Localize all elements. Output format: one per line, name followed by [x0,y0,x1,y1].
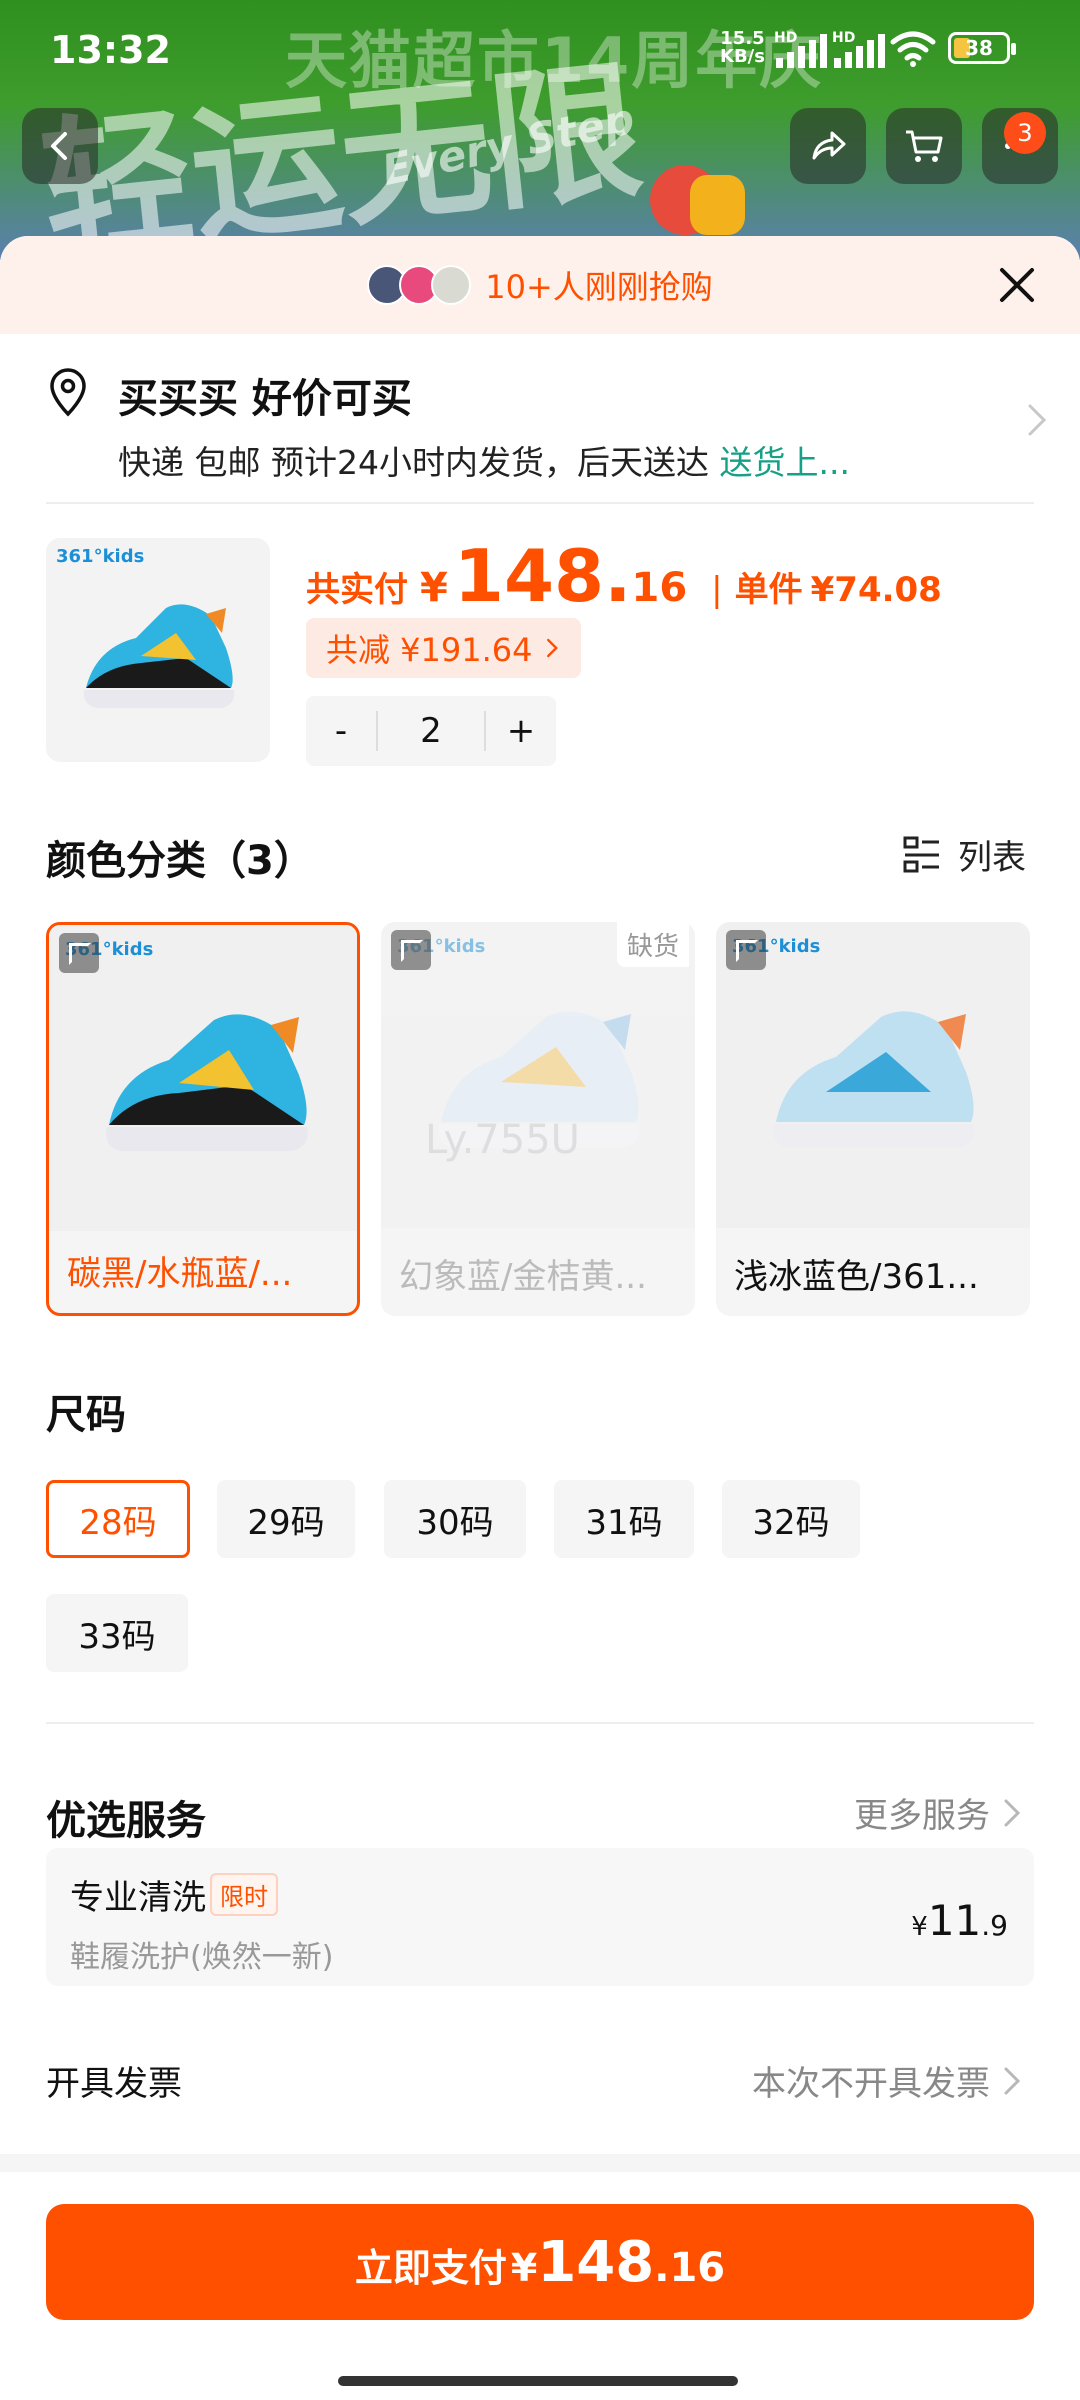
list-view-label: 列表 [958,838,1026,878]
expand-icon[interactable] [59,933,99,973]
color-section-title: 颜色分类（3） [46,838,314,884]
battery-level: 38 [965,36,993,60]
status-bar: 13:32 15.5 KB/s HD HD 38 [0,0,1080,100]
color-option-name: 幻象蓝/金桔黄... [399,1257,647,1297]
total-label: 共实付 [306,570,408,610]
service-option-cleaning[interactable]: 专业清洗 限时 鞋履洗护(焕然一新) ¥ 11 .9 [46,1848,1034,1986]
buyer-avatars [367,265,472,305]
service-name: 专业清洗 [70,1878,206,1918]
quantity-stepper: - 2 + [306,696,556,766]
color-option[interactable]: 361°kids 碳黑/水瓶蓝/... [46,922,360,1316]
chevron-right-icon [1004,2067,1021,2094]
discount-details-button[interactable]: 共减 ¥191.64 [306,618,581,678]
address-name: 买买买 好价可买 [118,376,412,422]
cart-count-badge: 3 [1004,112,1046,154]
services-section-title: 优选服务 [46,1798,206,1844]
close-button[interactable] [994,262,1040,308]
invoice-label: 开具发票 [46,2064,182,2104]
out-of-stock-badge: 缺货 [616,922,689,967]
expand-icon[interactable] [391,930,431,970]
delivery-address-row[interactable]: 买买买 好价可买 快递 包邮 预计24小时内发货，后天送达 送货上... [0,334,1080,500]
more-services-label: 更多服务 [854,1796,990,1836]
share-icon [812,131,846,160]
expand-icon[interactable] [726,930,766,970]
invoice-option[interactable]: 本次不开具发票 [752,2056,1024,2105]
status-time: 13:32 [50,28,171,72]
size-option[interactable]: 31码 [554,1480,694,1558]
delivery-link[interactable]: 送货上... [719,443,849,482]
chevron-right-icon [546,638,558,658]
increase-quantity-button[interactable]: + [486,711,556,751]
list-view-icon [903,836,939,872]
size-option[interactable]: 28码 [46,1480,190,1558]
cart-icon [906,130,943,162]
total-price: 共实付 ¥ 148. 16 | 单件 ¥74.08 [306,534,942,618]
location-pin-icon [50,368,86,417]
list-view-toggle[interactable]: 列表 [902,830,1026,879]
delivery-info: 快递 包邮 预计24小时内发货，后天送达 送货上... [118,436,850,484]
back-button[interactable] [22,108,98,184]
network-speed-unit: KB/s [720,46,765,67]
decrease-quantity-button[interactable]: - [306,711,376,751]
service-price-decimal: .9 [981,1909,1008,1942]
signal-icon [776,32,832,68]
battery-icon: 38 [948,32,1016,64]
pay-amount-integer: 148 [537,2230,655,2295]
unit-price-label: 单件 [734,570,803,610]
service-price-integer: 11 [927,1896,982,1945]
divider [46,502,1034,504]
sheet-header: 10+人刚刚抢购 [0,236,1080,334]
product-thumbnail[interactable]: 361°kids [46,538,270,762]
color-option[interactable]: 361°kids 缺货 Ly.755U 幻象蓝/金桔黄... [381,922,695,1316]
chevron-right-icon [1028,404,1047,436]
shoe-image [83,604,235,708]
color-option[interactable]: 361°kids 浅冰蓝色/361... [716,922,1030,1316]
image-watermark: Ly.755U [425,1117,580,1163]
total-price-integer: 148. [453,534,632,618]
pay-now-button[interactable]: 立即支付 ¥ 148 .16 [46,2204,1034,2320]
wifi-icon [890,31,936,67]
brand-logo: 361°kids [56,546,145,567]
limited-time-badge: 限时 [210,1873,278,1916]
share-button[interactable] [790,108,866,184]
discount-text: 共减 ¥191.64 [326,631,533,669]
service-price-currency: ¥ [911,1912,928,1942]
delivery-text: 快递 包邮 预计24小时内发货，后天送达 [118,443,720,482]
size-option[interactable]: 32码 [722,1480,860,1558]
color-option-name: 碳黑/水瓶蓝/... [67,1254,293,1294]
pay-amount-decimal: .16 [654,2245,726,2291]
currency-symbol: ¥ [420,565,448,611]
size-option[interactable]: 29码 [217,1480,355,1558]
invoice-value: 本次不开具发票 [752,2064,990,2104]
service-description: 鞋履洗护(焕然一新) [70,1940,334,1975]
home-indicator[interactable] [338,2376,738,2386]
avatar [431,265,472,305]
unit-price: ¥74.08 [810,570,942,610]
chevron-left-icon [51,132,67,160]
size-section-title: 尺码 [46,1392,126,1438]
size-option[interactable]: 30码 [384,1480,526,1558]
color-option-name: 浅冰蓝色/361... [734,1257,979,1297]
service-name-row: 专业清洗 限时 [70,1870,278,1919]
chevron-right-icon [1004,1799,1021,1826]
more-services-link[interactable]: 更多服务 [854,1788,1024,1837]
signal-icon [834,32,890,68]
pay-currency: ¥ [510,2246,538,2290]
sku-selection-sheet: 10+人刚刚抢购 买买买 好价可买 快递 包邮 预计24小时内发货，后天送达 送… [0,236,1080,2400]
price-separator: | [711,570,723,610]
quantity-value[interactable]: 2 [376,711,486,751]
recent-buyers-text: 10+人刚刚抢购 [485,268,713,306]
total-price-decimal: 16 [631,565,688,611]
footer-separator [0,2154,1080,2172]
network-speed: 15.5 KB/s [720,30,765,66]
pay-now-label: 立即支付 [354,2246,507,2290]
cart-button[interactable] [886,108,962,184]
decor-ball [690,175,745,235]
size-option[interactable]: 33码 [46,1594,188,1672]
service-price: ¥ 11 .9 [911,1896,1008,1945]
divider [46,1722,1034,1724]
